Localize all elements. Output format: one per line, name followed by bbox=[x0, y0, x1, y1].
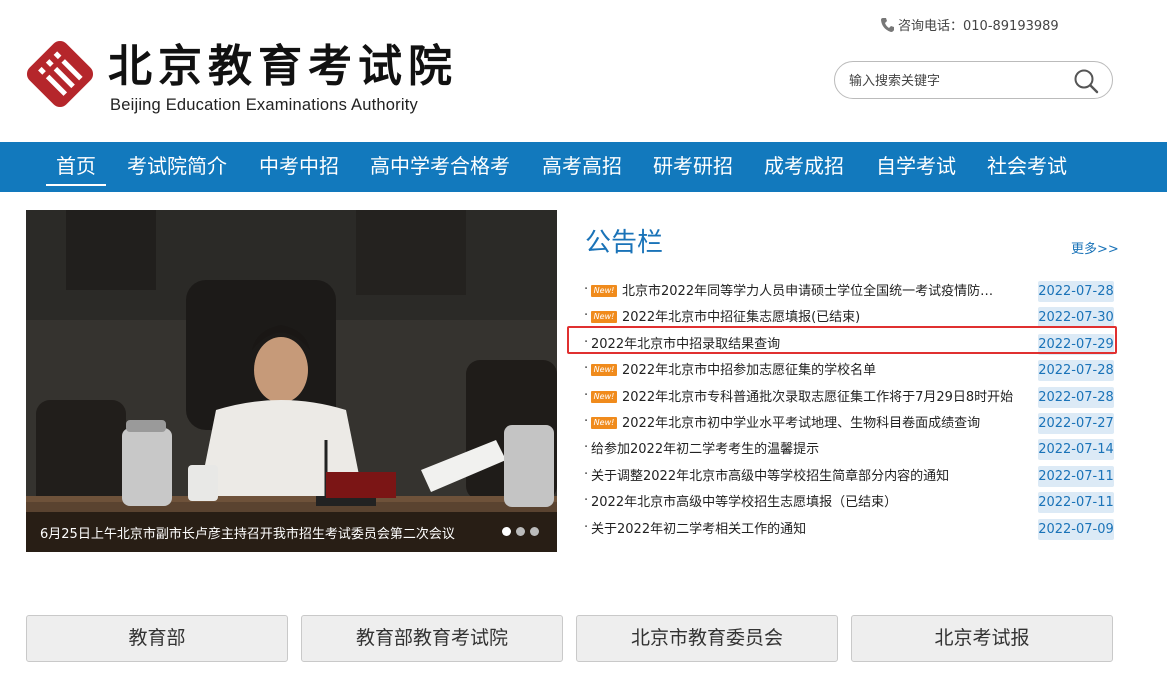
list-item[interactable]: · New! 北京市2022年同等学力人员申请硕士学位全国统一考试疫情防控...… bbox=[584, 278, 1116, 304]
list-item-date: 2022-07-11 bbox=[1038, 465, 1114, 487]
new-badge: New! bbox=[591, 285, 617, 297]
phone-text: 咨询电话：010-89193989 bbox=[898, 19, 1059, 34]
list-item-date: 2022-07-27 bbox=[1038, 412, 1114, 434]
nav-item-zhongkao[interactable]: 中考中招 bbox=[259, 142, 339, 192]
list-item-date: 2022-07-28 bbox=[1038, 281, 1114, 302]
search-icon[interactable] bbox=[1072, 67, 1100, 95]
list-item[interactable]: · 关于调整2022年北京市高级中等学校招生简章部分内容的通知 2022-07-… bbox=[584, 463, 1116, 489]
list-bullet: · bbox=[584, 361, 589, 377]
search-input[interactable] bbox=[847, 70, 1071, 92]
slide-photo[interactable] bbox=[26, 210, 557, 552]
list-item[interactable]: · New! 2022年北京市中招参加志愿征集的学校名单 2022-07-28 bbox=[584, 357, 1116, 383]
list-item-title[interactable]: 北京市2022年同等学力人员申请硕士学位全国统一考试疫情防控... bbox=[622, 280, 994, 299]
list-item-title[interactable]: 2022年北京市中招录取结果查询 bbox=[591, 333, 780, 352]
search-box bbox=[834, 61, 1113, 99]
nav-item-home[interactable]: 首页 bbox=[46, 142, 106, 192]
logo-english-title: Beijing Education Examinations Authority bbox=[110, 96, 418, 114]
list-item[interactable]: · 2022年北京市高级中等学校招生志愿填报（已结束） 2022-07-11 bbox=[584, 489, 1116, 515]
news-slideshow[interactable]: 6月25日上午北京市副市长卢彦主持召开我市招生考试委员会第二次会议 bbox=[26, 210, 557, 552]
list-bullet: · bbox=[584, 440, 589, 456]
quick-links: 教育部 教育部教育考试院 北京市教育委员会 北京考试报 bbox=[26, 615, 1116, 663]
list-bullet: · bbox=[584, 466, 589, 482]
logo-chinese-title[interactable]: 北京教育考试院 bbox=[108, 30, 458, 94]
slide-caption-bar: 6月25日上午北京市副市长卢彦主持召开我市招生考试委员会第二次会议 bbox=[26, 512, 557, 552]
site-header: 北京教育考试院 Beijing Education Examinations A… bbox=[0, 0, 1167, 142]
phone-icon bbox=[881, 17, 894, 32]
link-ministry-of-education[interactable]: 教育部 bbox=[26, 615, 288, 662]
list-bullet: · bbox=[584, 519, 589, 535]
list-bullet: · bbox=[584, 387, 589, 403]
slide-dot-1[interactable] bbox=[502, 527, 511, 536]
link-beijing-education-commission[interactable]: 北京市教育委员会 bbox=[576, 615, 838, 662]
list-item-date: 2022-07-28 bbox=[1038, 386, 1114, 408]
list-item-title[interactable]: 给参加2022年初二学考考生的温馨提示 bbox=[591, 438, 819, 457]
list-bullet: · bbox=[584, 334, 589, 350]
list-item[interactable]: · New! 2022年北京市中招征集志愿填报(已结束) 2022-07-30 bbox=[584, 304, 1116, 330]
list-item[interactable]: · 给参加2022年初二学考考生的温馨提示 2022-07-14 bbox=[584, 436, 1116, 462]
slide-caption[interactable]: 6月25日上午北京市副市长卢彦主持召开我市招生考试委员会第二次会议 bbox=[40, 523, 455, 542]
nav-item-yankao[interactable]: 研考研招 bbox=[653, 142, 733, 192]
list-item[interactable]: · 关于2022年初二学考相关工作的通知 2022-07-09 bbox=[584, 516, 1116, 542]
list-item-title[interactable]: 2022年北京市中招征集志愿填报(已结束) bbox=[622, 306, 860, 325]
link-beijing-exam-newspaper[interactable]: 北京考试报 bbox=[851, 615, 1113, 662]
list-item-date: 2022-07-29 bbox=[1038, 333, 1114, 355]
slide-dot-3[interactable] bbox=[530, 527, 539, 536]
list-item-date: 2022-07-30 bbox=[1038, 307, 1114, 329]
contact-phone: 咨询电话：010-89193989 bbox=[880, 15, 1059, 34]
nav-item-about[interactable]: 考试院简介 bbox=[127, 142, 227, 192]
list-item-date: 2022-07-14 bbox=[1038, 439, 1114, 461]
nav-item-shehui[interactable]: 社会考试 bbox=[987, 142, 1067, 192]
notice-board-title: 公告栏 bbox=[585, 228, 664, 258]
logo-icon[interactable] bbox=[24, 38, 96, 110]
notice-list: · New! 北京市2022年同等学力人员申请硕士学位全国统一考试疫情防控...… bbox=[584, 278, 1116, 542]
list-item-title[interactable]: 2022年北京市中招参加志愿征集的学校名单 bbox=[622, 359, 876, 378]
nav-item-zixue[interactable]: 自学考试 bbox=[876, 142, 956, 192]
list-bullet: · bbox=[584, 493, 589, 509]
link-national-exam-authority[interactable]: 教育部教育考试院 bbox=[301, 615, 563, 662]
more-link[interactable]: 更多>> bbox=[1071, 238, 1119, 257]
nav-item-gaokao[interactable]: 高考高招 bbox=[542, 142, 622, 192]
list-item-title[interactable]: 2022年北京市专科普通批次录取志愿征集工作将于7月29日8时开始 bbox=[622, 386, 1013, 405]
list-bullet: · bbox=[584, 282, 589, 297]
list-bullet: · bbox=[584, 308, 589, 324]
list-bullet: · bbox=[584, 413, 589, 429]
list-item[interactable]: · 2022年北京市中招录取结果查询 2022-07-29 bbox=[584, 331, 1116, 357]
list-item-title[interactable]: 关于2022年初二学考相关工作的通知 bbox=[591, 518, 806, 537]
new-badge: New! bbox=[591, 311, 617, 324]
new-badge: New! bbox=[591, 416, 617, 429]
list-item-date: 2022-07-11 bbox=[1038, 492, 1114, 514]
list-item-title[interactable]: 2022年北京市高级中等学校招生志愿填报（已结束） bbox=[591, 491, 897, 510]
nav-item-chengkao[interactable]: 成考成招 bbox=[764, 142, 844, 192]
new-badge: New! bbox=[591, 390, 617, 403]
nav-item-xuekao[interactable]: 高中学考合格考 bbox=[370, 142, 510, 192]
slide-dots bbox=[502, 527, 539, 536]
list-item-date: 2022-07-28 bbox=[1038, 360, 1114, 382]
main-nav: 首页 考试院简介 中考中招 高中学考合格考 高考高招 研考研招 成考成招 自学考… bbox=[0, 142, 1167, 192]
list-item[interactable]: · New! 2022年北京市专科普通批次录取志愿征集工作将于7月29日8时开始… bbox=[584, 384, 1116, 410]
list-item-title[interactable]: 关于调整2022年北京市高级中等学校招生简章部分内容的通知 bbox=[591, 465, 949, 484]
list-item-date: 2022-07-09 bbox=[1038, 518, 1114, 540]
list-item-title[interactable]: 2022年北京市初中学业水平考试地理、生物科目卷面成绩查询 bbox=[622, 412, 980, 431]
new-badge: New! bbox=[591, 364, 617, 377]
list-item[interactable]: · New! 2022年北京市初中学业水平考试地理、生物科目卷面成绩查询 202… bbox=[584, 410, 1116, 436]
slide-dot-2[interactable] bbox=[516, 527, 525, 536]
